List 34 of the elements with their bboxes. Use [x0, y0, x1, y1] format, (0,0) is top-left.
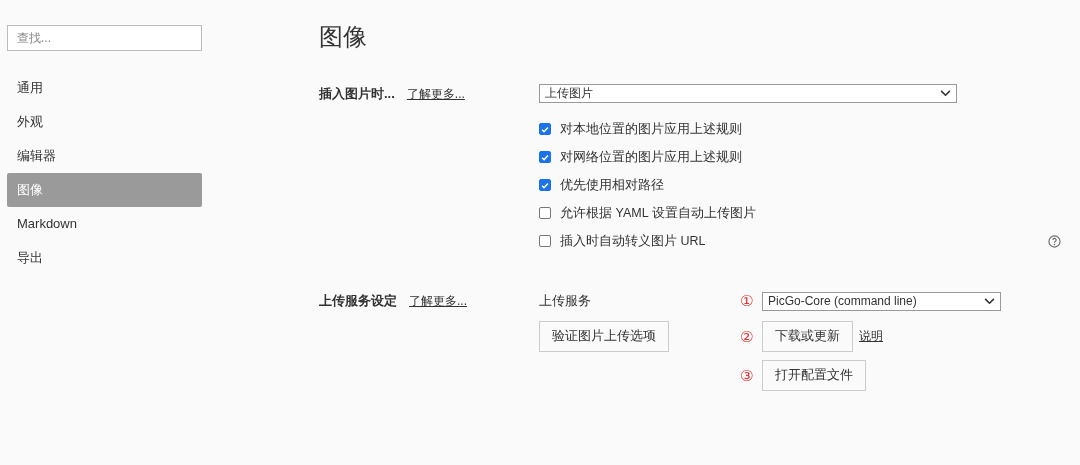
checkbox-label: 对网络位置的图片应用上述规则: [560, 148, 742, 166]
sidebar-item[interactable]: 导出: [7, 241, 202, 275]
checkbox[interactable]: [539, 179, 551, 191]
dropdown[interactable]: 上传图片: [539, 84, 957, 103]
checkbox[interactable]: [539, 123, 551, 135]
step-marker: ②: [740, 327, 755, 346]
step-marker: ①: [740, 292, 755, 310]
checkbox-label: 对本地位置的图片应用上述规则: [560, 120, 742, 138]
section-label: 插入图片时...: [319, 85, 395, 103]
learn-more-link[interactable]: 了解更多...: [406, 85, 465, 103]
caret-icon: [940, 90, 951, 97]
help-link[interactable]: 说明: [859, 328, 883, 345]
checkbox-label: 插入时自动转义图片 URL: [560, 232, 706, 250]
search-field[interactable]: 查找...: [7, 25, 202, 51]
checkbox[interactable]: [539, 207, 551, 219]
sidebar-item[interactable]: 编辑器: [7, 139, 202, 173]
sidebar-item[interactable]: 外观: [7, 105, 202, 139]
caret-icon: [984, 297, 995, 305]
section-label: 上传服务设定: [319, 292, 397, 310]
checkbox-label: 优先使用相对路径: [560, 176, 664, 194]
page-title: 图像: [319, 22, 368, 52]
action-button[interactable]: 下载或更新: [762, 321, 853, 352]
help-icon[interactable]: [1048, 234, 1061, 248]
checkbox[interactable]: [539, 151, 551, 163]
checkbox[interactable]: [539, 235, 551, 247]
sidebar-item[interactable]: Markdown: [7, 207, 202, 241]
step-marker: ③: [740, 366, 755, 385]
verify-button[interactable]: 验证图片上传选项: [539, 321, 669, 352]
action-button[interactable]: 打开配置文件: [762, 360, 866, 391]
learn-more-link[interactable]: 了解更多...: [409, 292, 467, 310]
field-label: 上传服务: [539, 293, 592, 310]
sidebar-item[interactable]: 通用: [7, 71, 202, 105]
dropdown[interactable]: PicGo-Core (command line): [762, 291, 1001, 311]
checkbox-label: 允许根据 YAML 设置自动上传图片: [560, 204, 756, 222]
